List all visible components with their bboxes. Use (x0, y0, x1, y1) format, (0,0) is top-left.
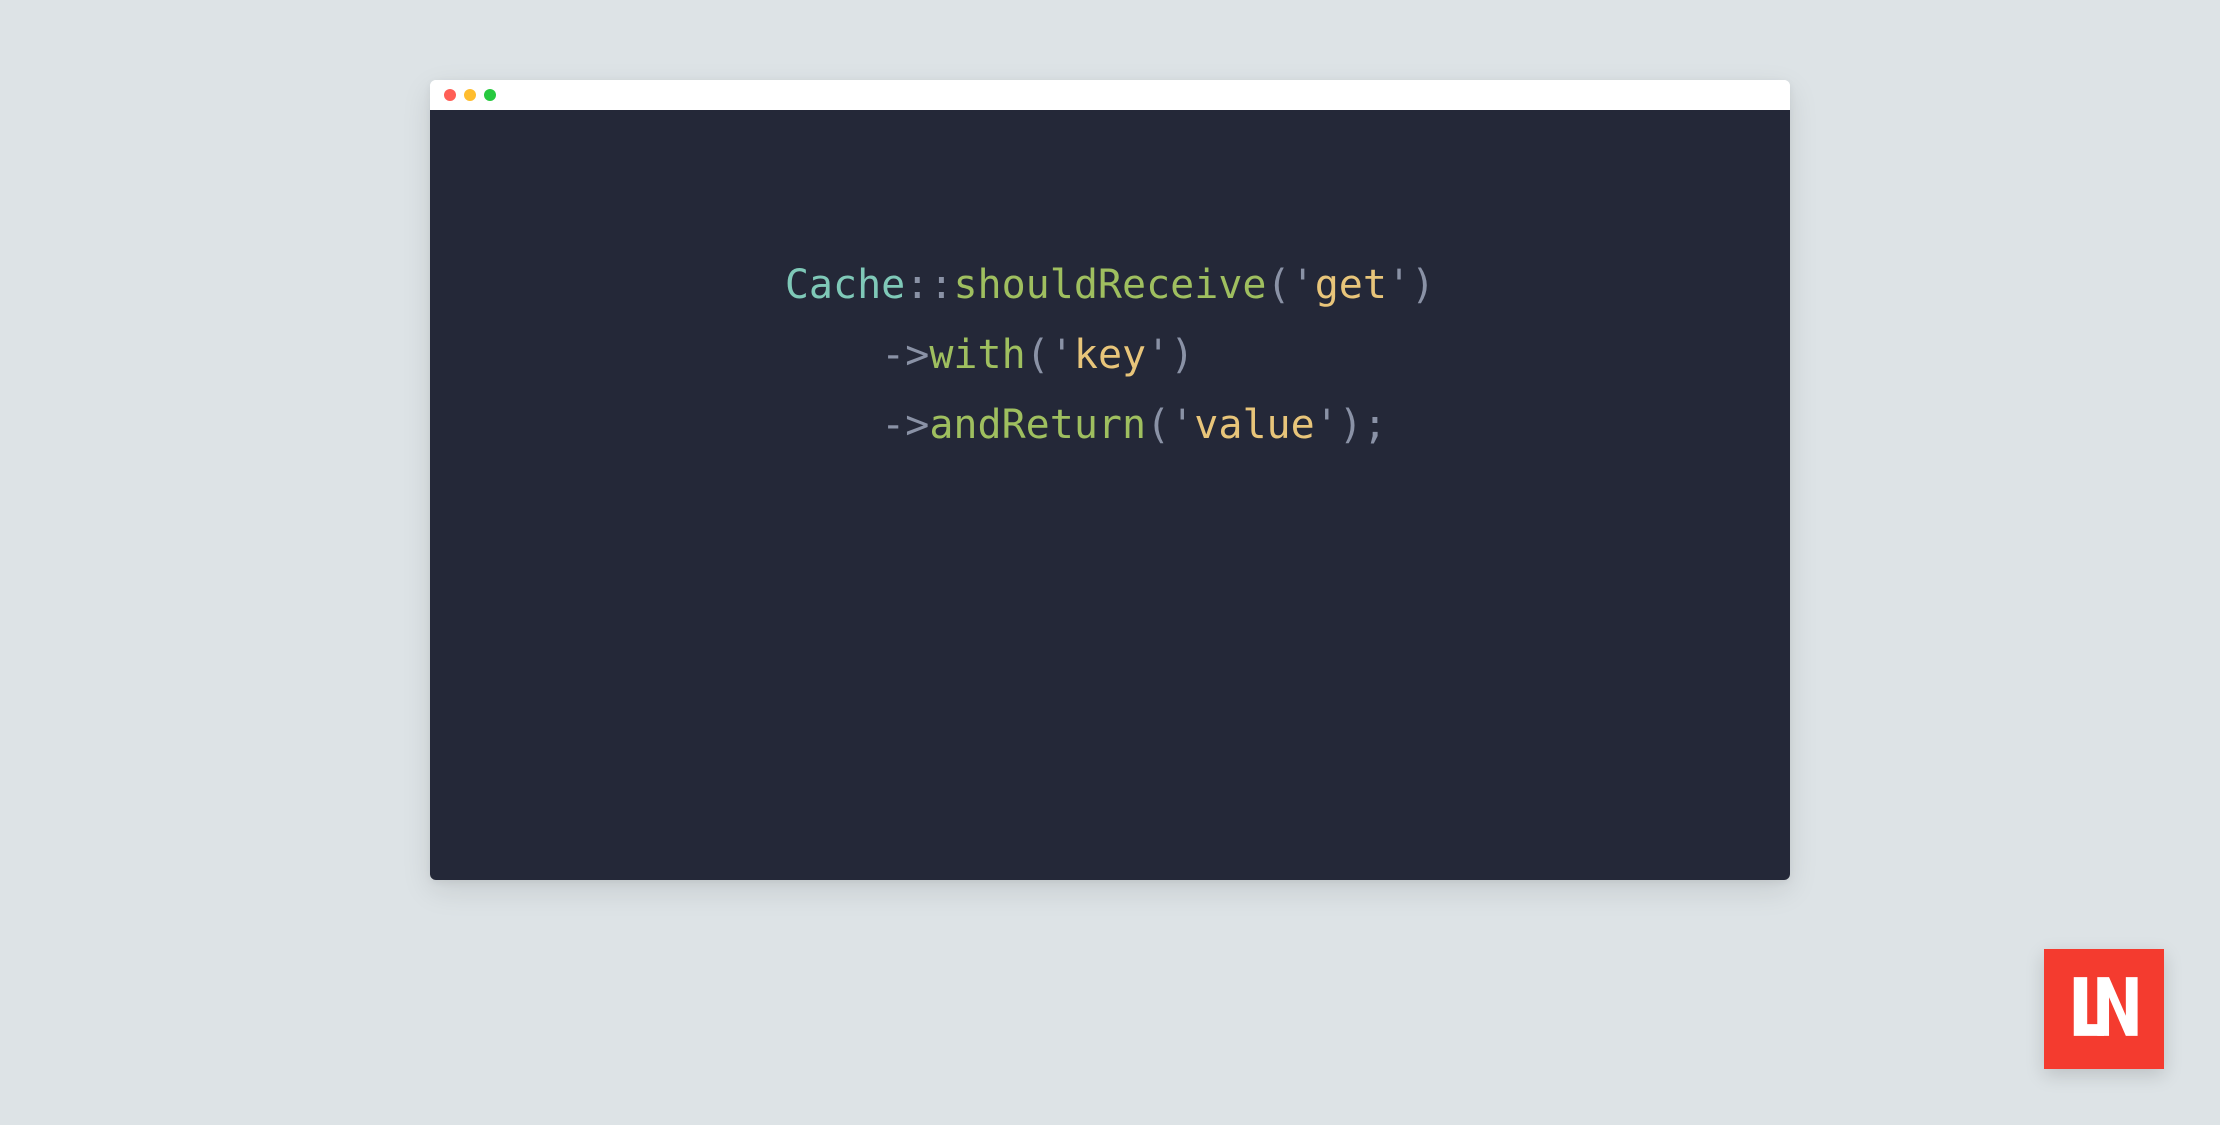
brand-badge: LN (2044, 949, 2164, 1069)
token-arrow: -> (881, 402, 929, 448)
token-quote: ' (1146, 332, 1170, 378)
token-quote: ' (1315, 402, 1339, 448)
token-string-2: key (1074, 332, 1146, 378)
code-window: Cache::shouldReceive('get') ->with('key'… (430, 80, 1790, 880)
token-open-paren: ( (1267, 262, 1291, 308)
ln-logo-icon (2062, 967, 2146, 1051)
token-quote: ' (1387, 262, 1411, 308)
token-quote: ' (1291, 262, 1315, 308)
line-1: Cache::shouldReceive('get') (785, 262, 1435, 308)
token-arrow: -> (881, 332, 929, 378)
token-close-paren: ) (1339, 402, 1363, 448)
token-method-3: andReturn (929, 402, 1146, 448)
code-block: Cache::shouldReceive('get') ->with('key'… (785, 250, 1435, 460)
token-quote: ' (1170, 402, 1194, 448)
code-editor-area: Cache::shouldReceive('get') ->with('key'… (430, 110, 1790, 880)
token-method-2: with (929, 332, 1025, 378)
token-quote: ' (1050, 332, 1074, 378)
window-close-dot-icon[interactable] (444, 89, 456, 101)
token-close-paren: ) (1411, 262, 1435, 308)
window-titlebar (430, 80, 1790, 110)
line-3: ->andReturn('value'); (785, 402, 1387, 448)
token-semicolon: ; (1363, 402, 1387, 448)
token-string-1: get (1315, 262, 1387, 308)
token-open-paren: ( (1026, 332, 1050, 378)
indent (785, 402, 881, 448)
token-open-paren: ( (1146, 402, 1170, 448)
token-class: Cache (785, 262, 905, 308)
line-2: ->with('key') (785, 332, 1194, 378)
window-zoom-dot-icon[interactable] (484, 89, 496, 101)
token-string-3: value (1194, 402, 1314, 448)
token-close-paren: ) (1170, 332, 1194, 378)
token-scope: :: (905, 262, 953, 308)
indent (785, 332, 881, 378)
token-method-1: shouldReceive (953, 262, 1266, 308)
window-minimize-dot-icon[interactable] (464, 89, 476, 101)
